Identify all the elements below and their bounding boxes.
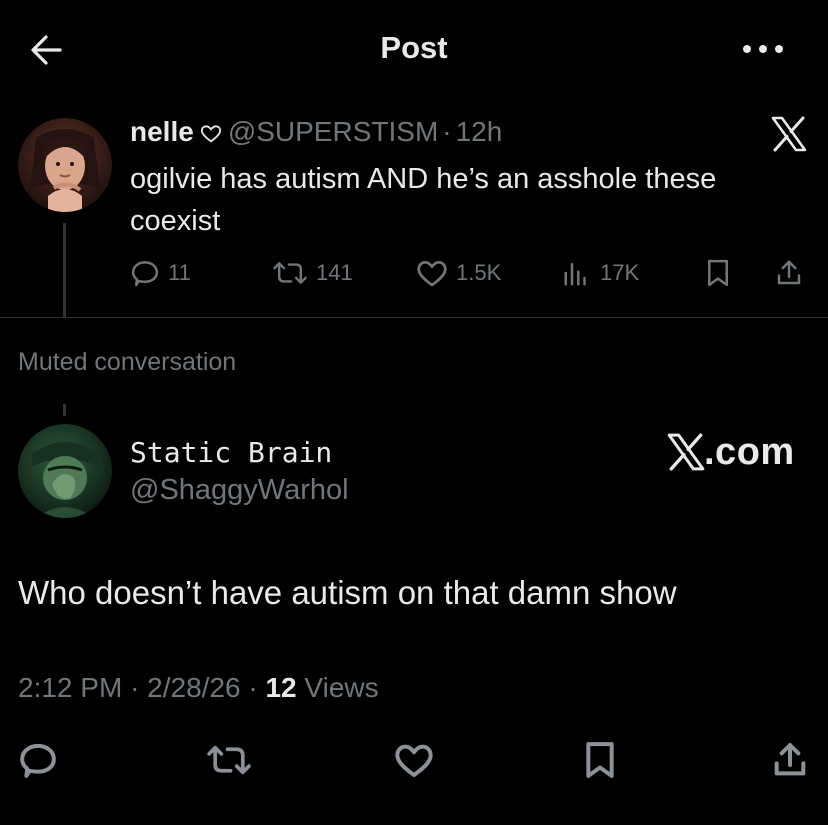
heart-icon	[417, 261, 447, 287]
timestamp: 12h	[455, 116, 503, 147]
quoted-post-header: nelle @SUPERSTISM · 12h	[130, 116, 502, 148]
x-logo-icon	[667, 433, 705, 471]
views-button[interactable]: 17K	[562, 255, 639, 291]
thread-line	[63, 223, 66, 318]
profile-photo-static-brain	[32, 442, 98, 518]
meta-separator: ·	[442, 116, 452, 147]
meta-separator: ·	[248, 672, 258, 703]
profile-photo-nelle	[30, 129, 100, 212]
post-text: Who doesn’t have autism on that damn sho…	[18, 574, 677, 611]
reply-icon	[20, 743, 56, 778]
views-count: 12	[265, 672, 297, 703]
bookmark-button[interactable]	[704, 255, 732, 291]
divider	[0, 317, 828, 318]
share-button[interactable]	[774, 255, 804, 291]
thread-line-stub	[63, 404, 66, 416]
avatar[interactable]	[18, 424, 112, 518]
avatar[interactable]	[18, 118, 112, 212]
share-icon	[777, 260, 801, 285]
more-options-button[interactable]	[740, 38, 786, 60]
reply-icon	[131, 261, 159, 287]
repost-button[interactable]: 141	[272, 255, 353, 291]
muted-conversation-label: Muted conversation	[18, 348, 237, 376]
like-button[interactable]	[394, 740, 434, 780]
meta-separator: ·	[130, 672, 140, 703]
handle[interactable]: @SUPERSTISM	[228, 116, 438, 147]
page-title: Post	[380, 30, 448, 65]
bookmark-button[interactable]	[582, 740, 622, 780]
views-label[interactable]: Views	[304, 672, 378, 703]
post-time: 2:12 PM	[18, 672, 123, 703]
x-logo-icon	[770, 116, 808, 152]
bookmark-icon	[586, 742, 614, 778]
repost-button[interactable]	[206, 740, 252, 780]
view-count: 17K	[600, 260, 640, 285]
watermark-text: .com	[704, 430, 795, 473]
like-button[interactable]: 1.5K	[416, 255, 501, 291]
heart-icon	[395, 744, 433, 777]
share-icon	[774, 743, 806, 776]
quoted-post-text: ogilvie has autism AND he’s an asshole t…	[130, 163, 717, 237]
post-meta: 2:12 PM · 2/28/26 · 12 Views	[18, 672, 379, 704]
more-dots-icon	[743, 45, 783, 53]
analytics-bars-icon	[564, 263, 586, 286]
reply-count: 11	[168, 260, 191, 285]
heart-outline-badge-icon	[200, 123, 222, 145]
reply-button[interactable]	[18, 740, 58, 780]
display-name[interactable]: Static Brain	[130, 436, 332, 469]
x-com-watermark: .com	[666, 430, 795, 474]
like-count: 1.5K	[456, 260, 502, 285]
repost-count: 141	[316, 260, 353, 285]
repost-icon	[207, 745, 251, 775]
handle[interactable]: @ShaggyWarhol	[130, 474, 349, 507]
share-button[interactable]	[770, 740, 810, 780]
reply-button[interactable]: 11	[130, 255, 191, 291]
bookmark-icon	[708, 259, 728, 287]
repost-icon	[273, 262, 307, 284]
post-date: 2/28/26	[147, 672, 241, 703]
display-name[interactable]: nelle	[130, 116, 194, 147]
